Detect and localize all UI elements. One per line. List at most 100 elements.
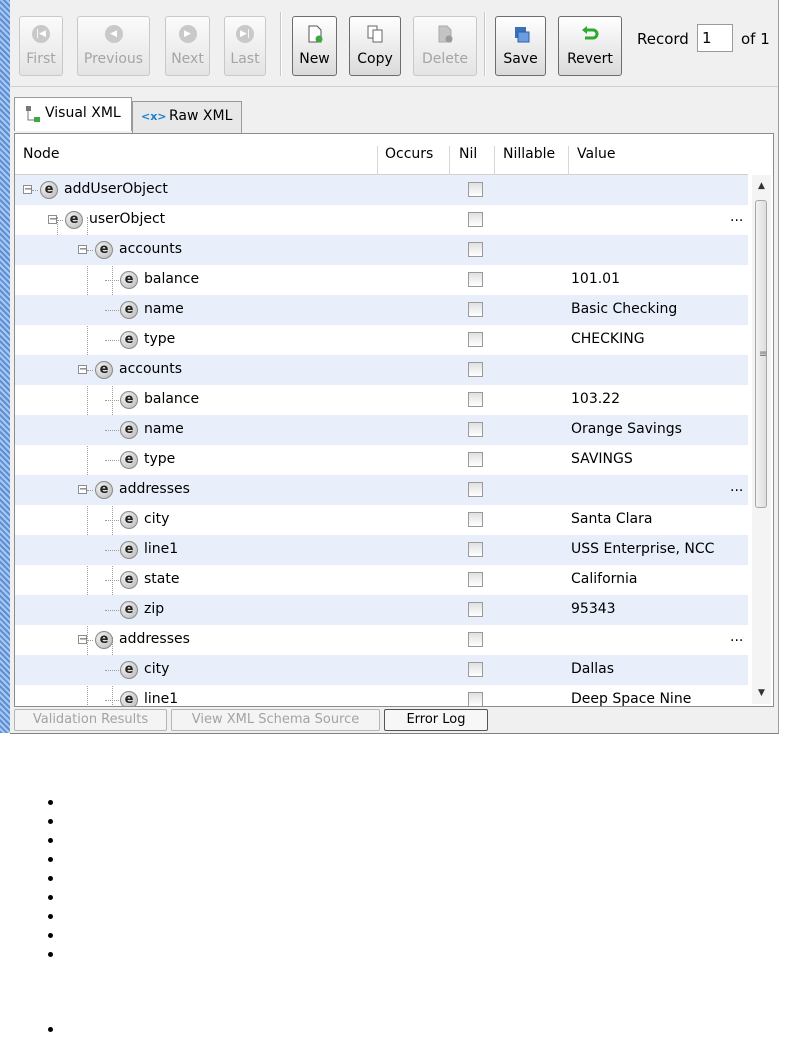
tab-error-log[interactable]: Error Log: [384, 709, 488, 731]
nil-checkbox[interactable]: [468, 602, 483, 617]
table-row[interactable]: e name Basic Checking: [15, 295, 748, 325]
table-row[interactable]: − e addresses...: [15, 625, 748, 655]
revert-label: Revert: [567, 51, 613, 67]
collapse-toggle-icon[interactable]: −: [48, 215, 57, 225]
scrollbar-thumb[interactable]: ≡: [755, 200, 767, 508]
table-row[interactable]: e type CHECKING: [15, 325, 748, 355]
table-row[interactable]: − e accounts: [15, 355, 748, 385]
column-node[interactable]: Node: [23, 146, 60, 162]
tab-raw-xml[interactable]: <x> Raw XML: [132, 101, 242, 133]
scroll-down-arrow-icon[interactable]: ▼: [752, 684, 771, 702]
tree-connector: [87, 250, 93, 251]
more-button[interactable]: ...: [730, 209, 743, 225]
xml-editor-window: |◀ First ◀ Previous ▶ Next ▶| Last New C…: [0, 0, 780, 734]
tree-connector: [105, 610, 121, 611]
table-row[interactable]: e name Orange Savings: [15, 415, 748, 445]
column-value[interactable]: Value: [577, 146, 615, 162]
node-value[interactable]: Dallas: [571, 661, 614, 677]
element-icon: e: [65, 211, 83, 229]
node-value[interactable]: California: [571, 571, 637, 587]
node-value[interactable]: CHECKING: [571, 331, 645, 347]
nil-checkbox[interactable]: [468, 482, 483, 497]
tab-visual-xml[interactable]: Visual XML: [14, 97, 132, 131]
save-button[interactable]: Save: [495, 16, 546, 76]
table-row[interactable]: − e addresses...: [15, 475, 748, 505]
table-row[interactable]: e city Santa Clara: [15, 505, 748, 535]
node-value[interactable]: Deep Space Nine: [571, 691, 691, 706]
tab-validation-results[interactable]: Validation Results: [14, 709, 167, 731]
nil-checkbox[interactable]: [468, 422, 483, 437]
nil-checkbox[interactable]: [468, 452, 483, 467]
nil-checkbox[interactable]: [468, 302, 483, 317]
node-value[interactable]: 103.22: [571, 391, 620, 407]
column-divider: [568, 146, 569, 178]
collapse-toggle-icon[interactable]: −: [78, 485, 87, 495]
nil-checkbox[interactable]: [468, 332, 483, 347]
table-row[interactable]: e type SAVINGS: [15, 445, 748, 475]
vertical-scrollbar[interactable]: ▲ ≡ ▼: [752, 175, 771, 704]
element-icon: e: [120, 511, 138, 529]
copy-button[interactable]: Copy: [349, 16, 401, 76]
column-nil[interactable]: Nil: [459, 146, 477, 162]
nil-checkbox[interactable]: [468, 212, 483, 227]
node-value[interactable]: 95343: [571, 601, 616, 617]
revert-button[interactable]: Revert: [558, 16, 622, 76]
table-row[interactable]: e line1 USS Enterprise, NCC: [15, 535, 748, 565]
first-button[interactable]: |◀ First: [19, 16, 63, 76]
table-row[interactable]: − e addUserObject: [15, 175, 748, 205]
record-number-input[interactable]: [697, 24, 733, 52]
tab-view-xml-schema-source[interactable]: View XML Schema Source: [171, 709, 380, 731]
nil-checkbox[interactable]: [468, 242, 483, 257]
table-row[interactable]: e line1 Deep Space Nine: [15, 685, 748, 706]
node-name: balance: [144, 391, 200, 407]
last-button[interactable]: ▶| Last: [224, 16, 266, 76]
nil-checkbox[interactable]: [468, 512, 483, 527]
node-value[interactable]: 101.01: [571, 271, 620, 287]
nil-checkbox[interactable]: [468, 362, 483, 377]
tree-connector: [105, 460, 121, 461]
column-divider: [449, 146, 450, 178]
delete-document-icon: [438, 25, 453, 43]
copy-icon: [367, 25, 383, 43]
nil-checkbox[interactable]: [468, 182, 483, 197]
table-row[interactable]: e balance 103.22: [15, 385, 748, 415]
collapse-toggle-icon[interactable]: −: [23, 185, 32, 195]
nil-checkbox[interactable]: [468, 392, 483, 407]
more-button[interactable]: ...: [730, 629, 743, 645]
delete-button[interactable]: Delete: [413, 16, 477, 76]
table-row[interactable]: e balance 101.01: [15, 265, 748, 295]
nil-checkbox[interactable]: [468, 572, 483, 587]
node-name: state: [144, 571, 180, 587]
toolbar-divider: [10, 86, 778, 87]
nil-checkbox[interactable]: [468, 542, 483, 557]
node-value[interactable]: SAVINGS: [571, 451, 633, 467]
collapse-toggle-icon[interactable]: −: [78, 365, 87, 375]
nil-checkbox[interactable]: [468, 272, 483, 287]
nil-checkbox[interactable]: [468, 692, 483, 706]
column-nillable[interactable]: Nillable: [503, 146, 555, 162]
previous-button[interactable]: ◀ Previous: [77, 16, 150, 76]
column-occurs[interactable]: Occurs: [385, 146, 433, 162]
nil-checkbox[interactable]: [468, 662, 483, 677]
table-row[interactable]: − e accounts: [15, 235, 748, 265]
table-row[interactable]: e state California: [15, 565, 748, 595]
next-button[interactable]: ▶ Next: [165, 16, 210, 76]
scroll-up-arrow-icon[interactable]: ▲: [752, 177, 771, 195]
editor-frame: |◀ First ◀ Previous ▶ Next ▶| Last New C…: [10, 0, 779, 734]
table-row[interactable]: e city Dallas: [15, 655, 748, 685]
tab-visual-xml-label: Visual XML: [45, 105, 121, 121]
nil-checkbox[interactable]: [468, 632, 483, 647]
more-button[interactable]: ...: [730, 479, 743, 495]
node-name: balance: [144, 271, 200, 287]
element-icon: e: [120, 391, 138, 409]
element-icon: e: [120, 331, 138, 349]
table-row[interactable]: e zip 95343: [15, 595, 748, 625]
collapse-toggle-icon[interactable]: −: [78, 635, 87, 645]
new-button[interactable]: New: [292, 16, 337, 76]
collapse-toggle-icon[interactable]: −: [78, 245, 87, 255]
node-value[interactable]: Santa Clara: [571, 511, 652, 527]
table-row[interactable]: − e userObject...: [15, 205, 748, 235]
node-value[interactable]: Orange Savings: [571, 421, 682, 437]
node-value[interactable]: Basic Checking: [571, 301, 677, 317]
node-value[interactable]: USS Enterprise, NCC: [571, 541, 714, 557]
